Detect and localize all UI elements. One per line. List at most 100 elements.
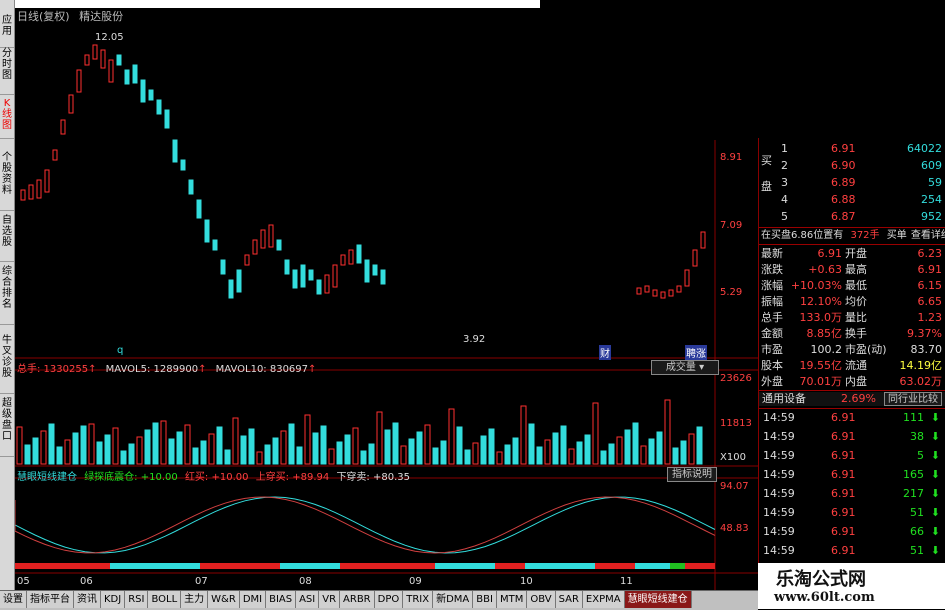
volume-bar (232, 417, 239, 465)
candle (268, 224, 274, 248)
quote-label: 最新 (761, 247, 783, 260)
nav-item-apps[interactable]: 应用 (0, 15, 14, 48)
event-cai-marker[interactable]: 财 (599, 345, 611, 360)
order-volume: 254 (921, 193, 942, 206)
candle (164, 109, 170, 129)
nav-item-superdisk[interactable]: 超级盘口 (0, 398, 14, 457)
volume-bar (688, 433, 695, 465)
order-book-row[interactable]: 5 6.87 952 (759, 210, 945, 224)
tab-12[interactable]: ARBR (340, 591, 375, 608)
order-volume: 64022 (907, 142, 942, 155)
date-label-08: 08 (299, 576, 312, 587)
indicator-axis-label-1: 94.07 (720, 481, 749, 492)
position-row: 在买盘6.86位置有 372手 买单 查看详细 (759, 229, 945, 243)
candle (20, 189, 26, 201)
tab-1[interactable]: 指标平台 (27, 591, 74, 608)
signal-band-segment (340, 563, 435, 569)
nav-item-watchlist[interactable]: 自选股 (0, 215, 14, 262)
candle (332, 264, 338, 288)
quote-value-2: 6.65 (917, 295, 943, 308)
quote-label: 市盈 (761, 343, 783, 356)
quote-row: 市盈 100.2 市盈(动) 83.70 (759, 343, 945, 357)
tab-14[interactable]: TRIX (403, 591, 434, 608)
quote-label: 涨幅 (761, 279, 783, 292)
candle (188, 179, 194, 195)
volume-bar (64, 439, 71, 465)
volume-bar (296, 446, 303, 465)
volume-bar (152, 422, 159, 465)
tab-11[interactable]: VR (319, 591, 341, 608)
candle (636, 287, 642, 295)
volume-bar (104, 434, 111, 465)
tab-7[interactable]: W&R (208, 591, 240, 608)
arrow-down-icon: ⬇ (930, 506, 940, 519)
buy-order-button[interactable]: 买单 (887, 230, 907, 241)
tab-21[interactable]: 慧眼短线建仓 (624, 591, 692, 608)
price-axis-label-1: 8.91 (720, 152, 743, 163)
volume-selector[interactable]: 成交量 ▾ (651, 360, 719, 375)
order-book-row[interactable]: 3 6.89 59 (759, 176, 945, 190)
nav-item-ranking[interactable]: 综合排名 (0, 266, 14, 325)
order-book-row[interactable]: 2 6.90 609 (759, 159, 945, 173)
event-q-marker[interactable]: q (117, 345, 123, 356)
trade-row: 14:59 6.91 5 ⬇ (759, 449, 945, 463)
tab-18[interactable]: OBV (527, 591, 556, 608)
tab-16[interactable]: BBI (473, 591, 497, 608)
event-zhang-marker[interactable]: 聘涨 (685, 345, 707, 360)
candle (132, 64, 138, 84)
volume-bar (440, 440, 447, 465)
candle (228, 279, 234, 299)
quote-row: 外盘 70.01万 内盘 63.02万 (759, 375, 945, 389)
industry-compare-button[interactable]: 同行业比较 (884, 392, 942, 406)
trade-volume: 5 (917, 449, 924, 462)
volume-bar (200, 440, 207, 465)
candle (148, 89, 154, 101)
volume-bar (320, 425, 327, 465)
tab-13[interactable]: DPO (374, 591, 404, 608)
volume-bar (552, 432, 559, 465)
tab-15[interactable]: 新DMA (433, 591, 474, 608)
indicator-help-button[interactable]: 指标说明 (667, 467, 717, 482)
tab-5[interactable]: BOLL (148, 591, 182, 608)
nav-item-kline[interactable]: K线图 (0, 98, 14, 139)
date-label-06: 06 (80, 576, 93, 587)
tab-2[interactable]: 资讯 (74, 591, 101, 608)
nav-item-diagnosis[interactable]: 牛叉诊股 (0, 335, 14, 394)
tab-17[interactable]: MTM (496, 591, 528, 608)
quote-label-2: 均价 (845, 295, 867, 308)
order-level: 1 (781, 142, 788, 155)
volume-bar (136, 436, 143, 465)
kline-chart[interactable] (15, 0, 758, 590)
candle (220, 259, 226, 275)
order-book-row[interactable]: 4 6.88 254 (759, 193, 945, 207)
trade-time: 14:59 (763, 468, 795, 481)
tab-8[interactable]: DMI (239, 591, 267, 608)
quote-label-2: 换手 (845, 327, 867, 340)
quote-row: 涨跌 +0.63 最高 6.91 (759, 263, 945, 277)
nav-item-profile[interactable]: 个股资料 (0, 152, 14, 211)
trade-row: 14:59 6.91 51 ⬇ (759, 544, 945, 558)
chart-area[interactable]: 日线(复权) 精达股份 12.05 3.92 8.91 7.09 5.29 q … (15, 0, 758, 590)
volume-bar (464, 449, 471, 465)
view-detail-button[interactable]: 查看详细 (911, 230, 945, 241)
order-book-row[interactable]: 1 6.91 64022 (759, 142, 945, 156)
trade-row: 14:59 6.91 51 ⬇ (759, 506, 945, 520)
volume-bar (520, 405, 527, 465)
sector-name[interactable]: 通用设备 (762, 392, 806, 406)
tab-19[interactable]: SAR (555, 591, 583, 608)
tab-6[interactable]: 主力 (181, 591, 209, 608)
candle (660, 291, 666, 299)
tab-4[interactable]: RSI (125, 591, 149, 608)
volume-axis-label-2: 11813 (720, 418, 752, 429)
tab-10[interactable]: ASI (296, 591, 320, 608)
tab-9[interactable]: BIAS (266, 591, 297, 608)
tab-3[interactable]: KDJ (101, 591, 126, 608)
nav-item-timeshare[interactable]: 分时图 (0, 48, 14, 95)
candle (92, 44, 98, 60)
low-marker-label: 3.92 (463, 334, 486, 345)
tab-20[interactable]: EXPMA (582, 591, 625, 608)
tab-0[interactable]: 设置 (0, 591, 27, 608)
trade-price: 6.91 (831, 487, 856, 500)
volume-bar (400, 445, 407, 465)
watermark-url: www.60lt.com (774, 590, 875, 605)
